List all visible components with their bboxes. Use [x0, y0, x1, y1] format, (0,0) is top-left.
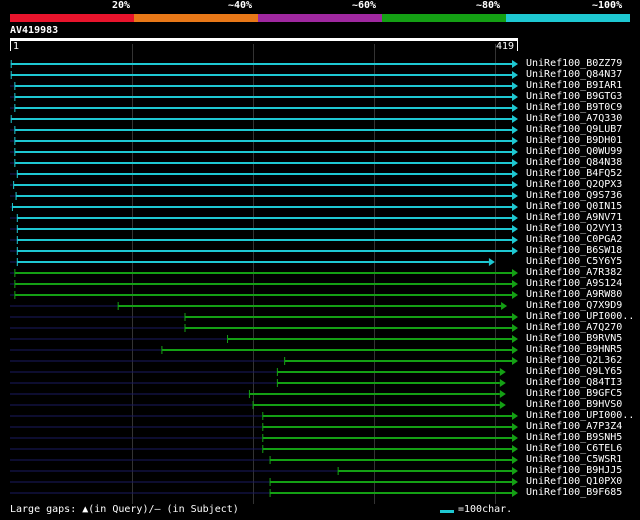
hit-name-link[interactable]: UniRef100_Q9LUB7	[526, 124, 622, 135]
hit-name-link[interactable]: UniRef100_A7R382	[526, 267, 622, 278]
hit-name-link[interactable]: UniRef100_B9HVS0	[526, 399, 622, 410]
hit-name-link[interactable]: UniRef100_A7P3Z4	[526, 421, 622, 432]
hit-arrow	[512, 423, 518, 431]
hit-name-link[interactable]: UniRef100_B0ZZ79	[526, 58, 622, 69]
hit-name-link[interactable]: UniRef100_Q0WU99	[526, 146, 622, 157]
hit-arrow	[512, 291, 518, 299]
scale-label: =100char.	[458, 504, 513, 515]
hit-name-link[interactable]: UniRef100_UPI000..	[526, 311, 634, 322]
hit-name-link[interactable]: UniRef100_B9DH01	[526, 135, 622, 146]
hit-name-link[interactable]: UniRef100_B9GTG3	[526, 91, 622, 102]
hit-arrow	[512, 489, 518, 497]
hit-name-link[interactable]: UniRef100_B9SNH5	[526, 432, 622, 443]
hit-arrow	[512, 445, 518, 453]
hit-arrow	[512, 357, 518, 365]
hit-arrow	[512, 434, 518, 442]
hit-name-link[interactable]: UniRef100_Q2L362	[526, 355, 622, 366]
hit-name-link[interactable]: UniRef100_B9F685	[526, 487, 622, 498]
hit-name-link[interactable]: UniRef100_A7Q270	[526, 322, 622, 333]
hit-arrow	[512, 192, 518, 200]
hit-name-link[interactable]: UniRef100_C5WSR1	[526, 454, 622, 465]
hit-name-link[interactable]: UniRef100_A9RW80	[526, 289, 622, 300]
hit-arrow	[512, 115, 518, 123]
hit-arrow	[512, 203, 518, 211]
hit-name-link[interactable]: UniRef100_Q9LY65	[526, 366, 622, 377]
gap-legend: Large gaps: ▲(in Query)/— (in Subject)	[10, 504, 239, 515]
hit-arrow	[512, 280, 518, 288]
hit-arrow	[512, 324, 518, 332]
hit-name-link[interactable]: UniRef100_Q2VY13	[526, 223, 622, 234]
hit-name-link[interactable]: UniRef100_Q84TI3	[526, 377, 622, 388]
hit-arrow	[512, 82, 518, 90]
hit-name-link[interactable]: UniRef100_Q9S736	[526, 190, 622, 201]
hit-name-link[interactable]: UniRef100_B9T0C9	[526, 102, 622, 113]
hit-name-link[interactable]: UniRef100_UPI000..	[526, 410, 634, 421]
hit-arrow	[501, 302, 508, 310]
hit-arrow	[499, 368, 506, 376]
hit-name-link[interactable]: UniRef100_B6SW18	[526, 245, 622, 256]
hit-arrow	[512, 412, 518, 420]
hit-name-link[interactable]: UniRef100_A7Q330	[526, 113, 622, 124]
hit-arrow	[512, 137, 518, 145]
hit-arrow	[512, 269, 518, 277]
hit-arrow	[512, 225, 518, 233]
hit-arrow	[512, 313, 518, 321]
hit-arrow	[512, 170, 518, 178]
hit-name-link[interactable]: UniRef100_B4FQ52	[526, 168, 622, 179]
hit-arrow	[512, 214, 518, 222]
hit-arrow	[512, 456, 518, 464]
hit-arrow	[512, 247, 518, 255]
hit-arrow	[512, 148, 518, 156]
hit-arrow	[512, 126, 518, 134]
hit-name-link[interactable]: UniRef100_B9HJJ5	[526, 465, 622, 476]
hit-arrow	[512, 335, 518, 343]
hit-name-link[interactable]: UniRef100_Q7X9D9	[526, 300, 622, 311]
hit-name-link[interactable]: UniRef100_Q10PX0	[526, 476, 622, 487]
hit-name-link[interactable]: UniRef100_B9GFC5	[526, 388, 622, 399]
hit-name-link[interactable]: UniRef100_C5Y6Y5	[526, 256, 622, 267]
hit-arrow	[499, 401, 506, 409]
hit-arrow	[512, 60, 518, 68]
hit-arrow	[499, 390, 506, 398]
hit-name-link[interactable]: UniRef100_Q84N37	[526, 69, 622, 80]
hit-arrow	[512, 467, 518, 475]
hit-arrow	[512, 71, 518, 79]
hit-arrow	[512, 93, 518, 101]
hit-name-link[interactable]: UniRef100_C6TEL6	[526, 443, 622, 454]
hit-name-link[interactable]: UniRef100_C0PGA2	[526, 234, 622, 245]
hit-name-link[interactable]: UniRef100_Q84N38	[526, 157, 622, 168]
hit-arrow	[499, 379, 506, 387]
scale-bar	[440, 510, 454, 513]
hit-arrow	[512, 346, 518, 354]
hit-name-link[interactable]: UniRef100_A9S124	[526, 278, 622, 289]
hit-name-link[interactable]: UniRef100_B9IAR1	[526, 80, 622, 91]
hit-name-link[interactable]: UniRef100_A9NV71	[526, 212, 622, 223]
hit-name-link[interactable]: UniRef100_Q2QPX3	[526, 179, 622, 190]
hit-name-link[interactable]: UniRef100_Q0IN15	[526, 201, 622, 212]
hit-arrow	[488, 258, 495, 266]
hit-name-link[interactable]: UniRef100_B9RVN5	[526, 333, 622, 344]
hit-arrow	[512, 181, 518, 189]
hit-list: UniRef100_B0ZZ79 UniRef100_Q84N37 UniRef10…	[0, 0, 640, 520]
hit-arrow	[512, 236, 518, 244]
hit-arrow	[512, 159, 518, 167]
hit-arrow	[512, 104, 518, 112]
hit-arrow	[512, 478, 518, 486]
hit-name-link[interactable]: UniRef100_B9HNR5	[526, 344, 622, 355]
